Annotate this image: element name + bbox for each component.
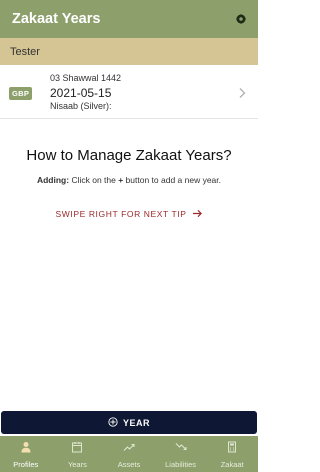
gregorian-date: 2021-05-15 [50,86,112,100]
profile-name: Tester [10,45,40,58]
nav-label-zakaat: Zakaat [220,459,244,469]
swipe-next-tip-link[interactable]: SWIPE RIGHT FOR NEXT TIP [0,205,258,223]
nav-item-liabilities[interactable]: Liabilities [155,436,207,472]
nav-label-assets: Assets [117,459,141,469]
nav-item-profiles[interactable]: Profiles [0,436,52,472]
tip-text: Adding: Click on the + button to add a n… [0,175,258,185]
add-year-button[interactable]: YEAR [1,411,257,434]
arrow-right-icon [192,205,203,223]
tip-text-after: button to add a new year. [123,175,222,185]
calendar-icon [71,440,83,458]
nav-item-assets[interactable]: Assets [103,436,155,472]
settings-gear-icon[interactable] [234,12,248,26]
trending-down-icon [175,440,187,458]
trending-up-icon [123,440,135,458]
add-year-label: YEAR [122,417,150,428]
page-title: Zakaat Years [12,11,101,27]
swipe-tip-label: SWIPE RIGHT FOR NEXT TIP [55,209,187,219]
nav-item-zakaat[interactable]: Zakaat [206,436,258,472]
currency-badge: GBP [9,87,33,100]
tip-adding-label: Adding: [36,175,70,185]
nisaab-label: Nisaab (Silver): [50,101,112,111]
profile-header[interactable]: Tester [0,38,258,65]
year-info: 03 Shawwal 1442 2021-05-15 Nisaab (Silve… [50,73,121,112]
nav-label-years: Years [67,459,87,469]
person-icon [20,440,32,458]
nav-label-liabilities: Liabilities [165,459,196,469]
app-bar: Zakaat Years [0,0,258,38]
nav-label-profiles: Profiles [13,459,39,469]
tip-text-before: Click on the [69,175,119,185]
add-circle-icon [108,416,118,429]
bottom-nav: Profiles Years Assets Liabilities Zakaat [0,436,258,472]
nav-item-years[interactable]: Years [52,436,104,472]
year-list-item[interactable]: GBP 03 Shawwal 1442 2021-05-15 Nisaab (S… [0,65,258,119]
hijri-date: 03 Shawwal 1442 [50,73,122,83]
chevron-right-icon [237,86,247,98]
calculator-icon [226,440,238,458]
tip-heading: How to Manage Zakaat Years? [26,147,232,164]
